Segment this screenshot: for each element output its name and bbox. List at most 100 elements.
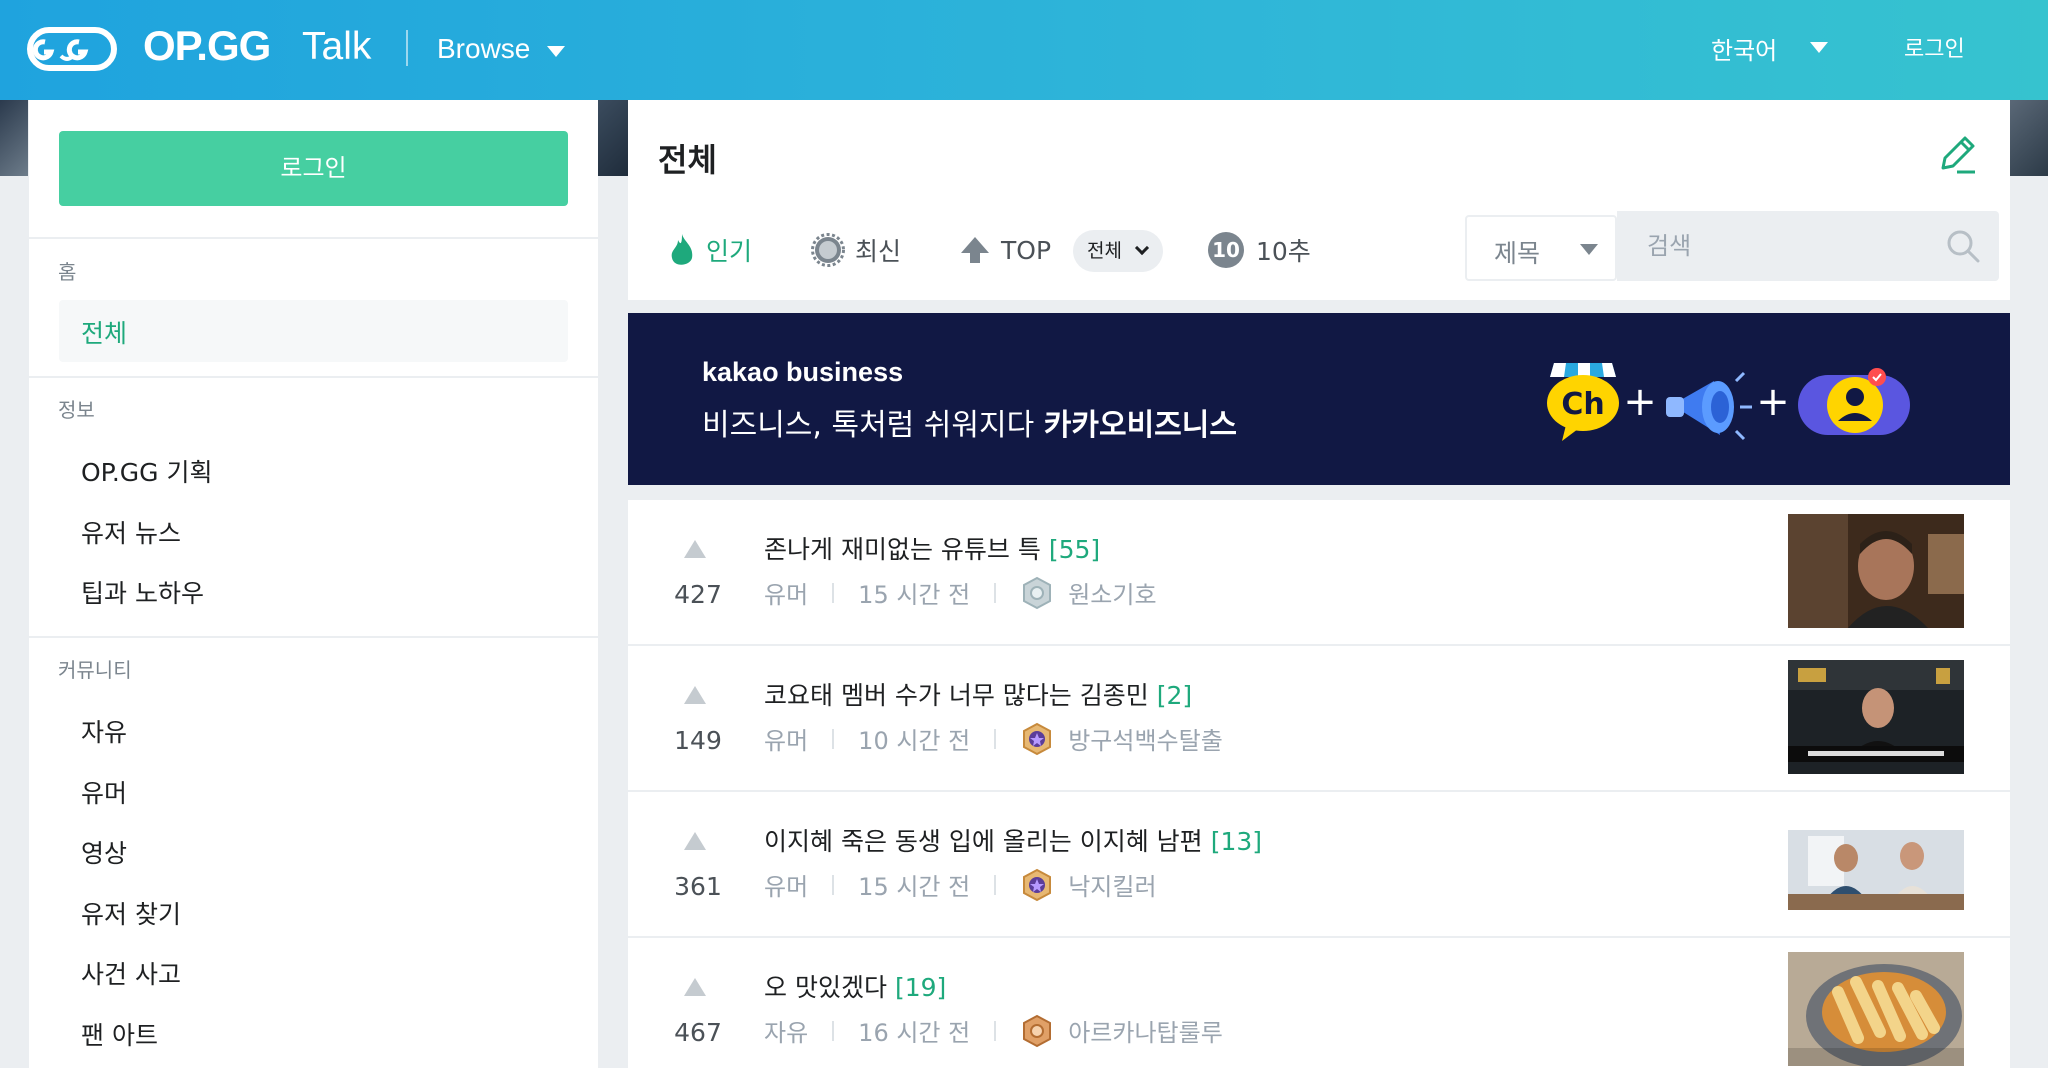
browse-menu[interactable]: Browse: [437, 33, 530, 65]
comment-count: [55]: [1048, 535, 1101, 564]
sidebar-item-tips[interactable]: 팁과 노하우: [81, 574, 204, 610]
comment-count: [13]: [1210, 827, 1263, 856]
divider: [994, 582, 997, 603]
banner-badge-text: Ch: [1561, 387, 1604, 422]
caret-down-icon[interactable]: [547, 46, 565, 57]
tab-label: 최신: [855, 237, 902, 266]
post-title-text: 오 맛있겠다: [764, 973, 887, 1002]
upvote-icon[interactable]: [684, 540, 706, 558]
post-category: 유머: [764, 727, 809, 755]
divider: [29, 237, 598, 239]
post-thumbnail[interactable]: [1788, 952, 1964, 1066]
post-author[interactable]: 아르카나탑룰루: [1068, 1013, 1223, 1048]
brand-sub[interactable]: Talk: [302, 25, 371, 69]
gear-icon: [811, 233, 845, 267]
search-icon[interactable]: [1945, 228, 1981, 264]
flame-icon: [671, 234, 693, 265]
top-header: OP.GG Talk Browse 한국어 로그인: [0, 0, 2048, 100]
language-selector[interactable]: 한국어: [1711, 31, 1777, 66]
tab-label: 10추: [1256, 237, 1311, 266]
upvote-icon[interactable]: [684, 978, 706, 996]
login-button[interactable]: 로그인: [59, 131, 568, 206]
tab-label: 인기: [706, 237, 753, 266]
chevron-down-icon: [1134, 240, 1150, 256]
post-meta: 유머 15 시간 전 원소기호: [764, 575, 1157, 610]
tab-hot[interactable]: 인기: [668, 230, 752, 270]
rank-bronze-icon: [1023, 1014, 1052, 1047]
sidebar-item-video[interactable]: 영상: [81, 834, 127, 870]
divider: [994, 1020, 997, 1041]
sidebar-item-free[interactable]: 자유: [81, 713, 127, 749]
divider: [29, 376, 598, 378]
divider: [832, 728, 835, 749]
post-author[interactable]: 낙지킬러: [1068, 867, 1156, 902]
post-meta: 자유 16 시간 전 아르카나탑룰루: [764, 1013, 1223, 1048]
filter-label: 전체: [1087, 240, 1122, 262]
post-time: 10 시간 전: [858, 727, 971, 755]
vote-count: 467: [674, 1018, 722, 1047]
post-thumbnail[interactable]: [1788, 660, 1964, 774]
caret-down-icon[interactable]: [1810, 42, 1828, 53]
post-time: 15 시간 전: [858, 581, 971, 609]
post-title[interactable]: 존나게 재미없는 유튜브 특 [55]: [764, 530, 1100, 566]
brand-name[interactable]: OP.GG: [143, 22, 271, 70]
plus-sign: +: [1756, 379, 1790, 425]
post-title[interactable]: 코요태 멤버 수가 너무 많다는 김종민 [2]: [764, 676, 1192, 712]
sidebar-item-label: 전체: [81, 319, 128, 348]
section-title-info: 정보: [58, 398, 95, 422]
post-title-text: 코요태 멤버 수가 너무 많다는 김종민: [764, 681, 1149, 710]
post-category: 자유: [764, 1019, 809, 1047]
post-thumbnail[interactable]: [1788, 514, 1964, 628]
post-author[interactable]: 원소기호: [1068, 575, 1156, 610]
search-scope-select[interactable]: 제목: [1465, 215, 1617, 281]
sidebar-item-opgg-plan[interactable]: OP.GG 기획: [81, 453, 213, 489]
vote-count: 361: [674, 872, 722, 901]
post-author[interactable]: 방구석백수탈출: [1068, 721, 1223, 756]
header-login-link[interactable]: 로그인: [1904, 31, 1965, 63]
divider: [994, 874, 997, 895]
section-title-home: 홈: [58, 260, 77, 284]
opgg-logo-icon[interactable]: [27, 26, 117, 72]
banner-brand: kakao business: [702, 357, 904, 387]
post-list: 427 존나게 재미없는 유튜브 특 [55] 유머 15 시간 전 원소기호 1…: [628, 500, 2010, 1068]
divider: [832, 582, 835, 603]
upvote-icon[interactable]: [684, 686, 706, 704]
sidebar-item-incident[interactable]: 사건 사고: [81, 955, 181, 991]
banner-text: 비즈니스, 톡처럼 쉬워지다 카카오비즈니스: [702, 400, 1237, 444]
upvote-icon[interactable]: [684, 832, 706, 850]
pencil-icon[interactable]: [1935, 132, 1979, 176]
rank-silver-icon: [1023, 576, 1052, 609]
sidebar-item-humor[interactable]: 유머: [81, 774, 127, 810]
post-category: 유머: [764, 581, 809, 609]
rank-master-icon: [1023, 722, 1052, 755]
divider: [832, 874, 835, 895]
post-row[interactable]: 467 오 맛있겠다 [19] 자유 16 시간 전 아르카나탑룰루: [628, 938, 2010, 1068]
post-thumbnail[interactable]: [1788, 806, 1964, 920]
sidebar-item-user-news[interactable]: 유저 뉴스: [81, 514, 181, 550]
profile-badge-icon: [1798, 368, 1910, 435]
sidebar-item-fan-art[interactable]: 팬 아트: [81, 1016, 158, 1052]
top-period-filter[interactable]: 전체: [1073, 230, 1163, 272]
vote-count: 427: [674, 580, 722, 609]
header-divider: [406, 30, 408, 66]
search-input[interactable]: [1647, 224, 1947, 268]
tab-top[interactable]: TOP: [959, 230, 1051, 270]
post-row[interactable]: 149 코요태 멤버 수가 너무 많다는 김종민 [2] 유머 10 시간 전 방…: [628, 646, 2010, 792]
post-meta: 유머 15 시간 전 낙지킬러: [764, 867, 1157, 902]
vote-count: 149: [674, 726, 722, 755]
rank-master-icon: [1023, 868, 1052, 901]
post-row[interactable]: 427 존나게 재미없는 유튜브 특 [55] 유머 15 시간 전 원소기호: [628, 500, 2010, 646]
background-image: [2010, 100, 2048, 176]
post-row[interactable]: 361 이지혜 죽은 동생 입에 올리는 이지혜 남편 [13] 유머 15 시간…: [628, 792, 2010, 938]
sidebar-item-find-user[interactable]: 유저 찾기: [81, 895, 181, 931]
background-image: [0, 100, 28, 176]
sidebar-item-all[interactable]: 전체: [59, 300, 568, 362]
post-category: 유머: [764, 873, 809, 901]
post-title[interactable]: 이지혜 죽은 동생 입에 올리는 이지혜 남편 [13]: [764, 822, 1262, 858]
background-image: [598, 100, 628, 176]
comment-count: [19]: [894, 973, 947, 1002]
post-title[interactable]: 오 맛있겠다 [19]: [764, 968, 946, 1004]
tab-ten-recommend[interactable]: 10 10추: [1208, 230, 1311, 270]
tab-new[interactable]: 최신: [811, 230, 901, 270]
ad-banner[interactable]: kakao business 비즈니스, 톡처럼 쉬워지다 카카오비즈니스 Ch…: [628, 313, 2010, 485]
